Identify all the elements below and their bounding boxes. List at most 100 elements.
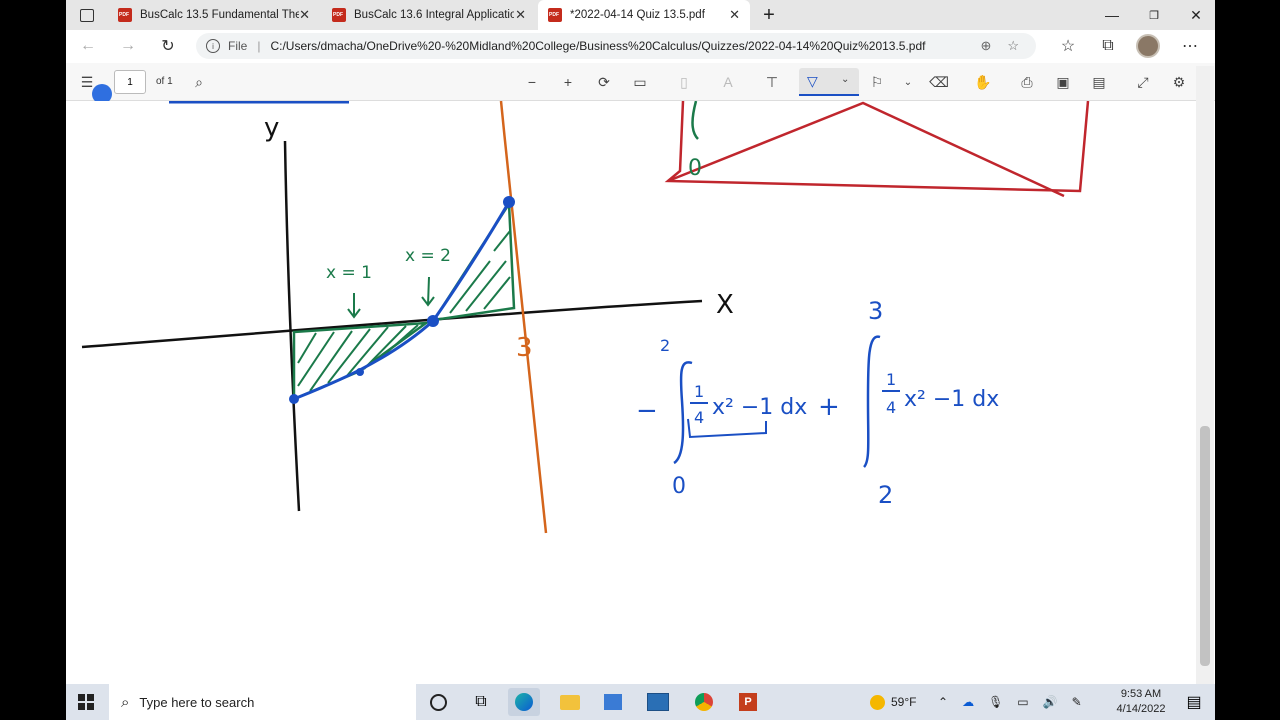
pdf-icon: [118, 8, 132, 22]
fit-page-icon[interactable]: ▭: [629, 71, 651, 93]
read-aloud-icon[interactable]: A: [717, 71, 739, 93]
windows-logo-icon: [78, 694, 94, 710]
tray-icons: ⌃ ☁ 🎙 ▭ 🔊 ✎: [938, 684, 1082, 720]
weather-temp: 59°F: [891, 695, 917, 709]
clock-date: 4/14/2022: [1116, 703, 1166, 715]
refresh-button[interactable]: ↻: [156, 34, 180, 58]
chevron-down-icon: ⌄: [841, 74, 850, 85]
y-axis: [283, 140, 301, 512]
integral1-body: x² −1 dx: [712, 395, 807, 420]
task-view-icon[interactable]: ⧉: [465, 688, 497, 716]
network-icon[interactable]: ▭: [1017, 695, 1028, 709]
taskbar: ⌕ Type here to search ⧉ P 59°F ⌃ ☁ 🎙 ▭ 🔊…: [66, 684, 1215, 720]
curve-point-end: [503, 196, 515, 208]
volume-icon[interactable]: 🔊: [1043, 695, 1058, 709]
collections-icon[interactable]: ⧉: [1096, 34, 1120, 58]
curve-point-mid: [356, 368, 364, 376]
search-icon[interactable]: ⌕: [188, 71, 210, 93]
pdf-page[interactable]: y X 3 x = 1 x = 2 0 − 2 0 1 4 x² −1 dx +…: [66, 100, 1195, 676]
tab-strip: BusCalc 13.5 Fundamental Theor ✕ BusCalc…: [66, 0, 1215, 30]
green-hatching-right: [449, 230, 511, 314]
curve-point-x2: [427, 315, 439, 327]
tab-title: *2022-04-14 Quiz 13.5.pdf: [570, 9, 705, 21]
add-text-icon[interactable]: ⊤: [761, 71, 783, 93]
tab-actions-button[interactable]: [66, 0, 106, 30]
box-digit: 0: [688, 156, 702, 181]
minimize-button[interactable]: —: [1090, 0, 1134, 30]
touch-write-icon[interactable]: ✋: [972, 71, 994, 93]
notifications-icon[interactable]: ▤: [1178, 688, 1210, 716]
y-axis-label: y: [264, 113, 279, 143]
green-stroke-box: [691, 100, 699, 140]
address-bar[interactable]: i File | C:/Users/dmacha/OneDrive%20-%20…: [196, 33, 1036, 59]
zoom-icon[interactable]: ⊕: [980, 38, 991, 54]
address-row: ← → ↻ i File | C:/Users/dmacha/OneDrive%…: [66, 30, 1215, 62]
more-menu-icon[interactable]: ⋯: [1178, 34, 1202, 58]
weather-widget[interactable]: 59°F: [870, 684, 916, 720]
curve-point-start: [289, 394, 299, 404]
fullscreen-icon[interactable]: ⤢: [1132, 71, 1154, 93]
eraser-icon[interactable]: ⌫: [928, 71, 950, 93]
settings-gear-icon[interactable]: ⚙: [1168, 71, 1190, 93]
restore-button[interactable]: ❐: [1132, 0, 1176, 30]
zoom-in-button[interactable]: +: [557, 71, 579, 93]
highlight-icon[interactable]: ⚐: [866, 71, 888, 93]
pdf-icon: [332, 8, 346, 22]
pen-icon[interactable]: ✎: [1072, 695, 1082, 709]
favorite-star-icon[interactable]: ☆: [1007, 38, 1019, 54]
forward-button[interactable]: →: [116, 34, 140, 58]
avatar[interactable]: [1136, 34, 1160, 58]
pdf-toolbar: ☰ 1 of 1 ⌕ − + ⟳ ▭ ▯ A ⊤ ▽ ⌄ ⚐ ⌄ ⌫ ✋ ⎙ ▣…: [66, 63, 1215, 101]
save-as-icon[interactable]: ▤: [1088, 71, 1110, 93]
close-icon[interactable]: ✕: [299, 7, 310, 23]
active-tool-underline: [799, 94, 859, 96]
taskbar-search-box[interactable]: ⌕ Type here to search: [109, 684, 416, 720]
url-text: C:/Users/dmacha/OneDrive%20-%20Midland%2…: [270, 39, 926, 53]
file-explorer-icon[interactable]: [554, 688, 586, 716]
store-icon[interactable]: [597, 688, 629, 716]
integral1-upper: 2: [660, 336, 670, 355]
new-tab-button[interactable]: +: [756, 0, 782, 30]
tab-quiz-pdf[interactable]: *2022-04-14 Quiz 13.5.pdf ✕: [538, 0, 750, 30]
edge-app-icon[interactable]: [508, 688, 540, 716]
clock-time: 9:53 AM: [1120, 688, 1162, 700]
tab-title: BusCalc 13.6 Integral Applicatio: [354, 9, 514, 21]
page-number-input[interactable]: 1: [114, 70, 146, 94]
tab-buscalc-13-5[interactable]: BusCalc 13.5 Fundamental Theor ✕: [108, 0, 320, 30]
integral2-num: 1: [886, 370, 896, 389]
print-icon[interactable]: ⎙: [1016, 71, 1038, 93]
close-icon[interactable]: ✕: [729, 7, 740, 23]
clock[interactable]: 9:53 AM 4/14/2022: [1116, 687, 1166, 717]
file-scheme-label: File: [228, 39, 248, 53]
save-icon[interactable]: ▣: [1052, 71, 1074, 93]
back-button[interactable]: ←: [76, 34, 100, 58]
integral-2: 3 2 1 4 x² −1 dx: [862, 297, 999, 509]
chevron-down-icon[interactable]: ⌄: [897, 71, 919, 93]
start-button[interactable]: [70, 688, 102, 716]
integral1-num: 1: [694, 382, 704, 401]
integral-1: − 2 0 1 4 x² −1 dx: [636, 336, 807, 499]
cortana-icon[interactable]: [422, 688, 454, 716]
chevron-up-icon[interactable]: ⌃: [938, 695, 948, 709]
integral2-lower: 2: [878, 481, 893, 509]
scrollbar-thumb[interactable]: [1200, 426, 1210, 666]
powerpoint-icon[interactable]: P: [732, 688, 764, 716]
draw-tool-button[interactable]: ▽ ⌄: [799, 68, 859, 96]
integral1-sign: −: [636, 396, 658, 426]
browser-window: BusCalc 13.5 Fundamental Theor ✕ BusCalc…: [66, 0, 1215, 684]
close-icon[interactable]: ✕: [515, 7, 526, 23]
integral2-symbol: [862, 335, 881, 468]
favorites-icon[interactable]: ☆: [1056, 34, 1080, 58]
microphone-icon[interactable]: 🎙: [988, 695, 1003, 709]
chrome-icon[interactable]: [688, 688, 720, 716]
vertical-scrollbar[interactable]: [1196, 66, 1214, 684]
rotate-icon[interactable]: ⟳: [593, 71, 615, 93]
page-view-icon[interactable]: ▯: [673, 71, 695, 93]
info-icon: i: [206, 39, 220, 53]
onedrive-icon[interactable]: ☁: [962, 695, 974, 709]
close-window-button[interactable]: ✕: [1174, 0, 1215, 30]
contacts-app-icon[interactable]: [642, 688, 674, 716]
label-three: 3: [516, 333, 533, 363]
tab-buscalc-13-6[interactable]: BusCalc 13.6 Integral Applicatio ✕: [322, 0, 536, 30]
zoom-out-button[interactable]: −: [521, 71, 543, 93]
